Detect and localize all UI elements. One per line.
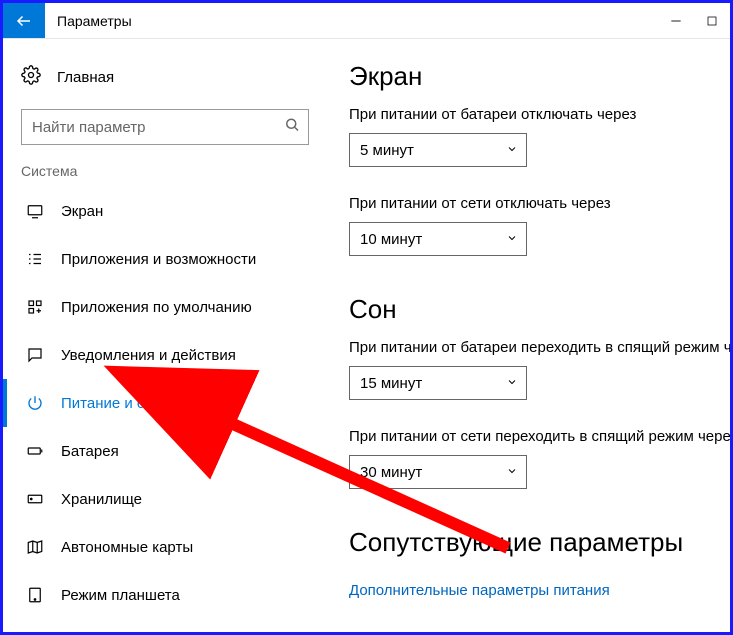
dropdown-battery-off[interactable]: 5 минут [349, 133, 527, 167]
search-input[interactable] [21, 109, 309, 145]
chevron-down-icon [506, 375, 518, 392]
sidebar-section-label: Система [3, 163, 327, 187]
heading-screen: Экран [349, 61, 730, 92]
list-icon [25, 250, 45, 268]
label-battery-sleep: При питании от батареи переходить в спящ… [349, 339, 730, 356]
minimize-button[interactable] [658, 3, 694, 38]
sidebar-item-default-apps[interactable]: Приложения по умолчанию [3, 283, 327, 331]
dropdown-battery-sleep[interactable]: 15 минут [349, 366, 527, 400]
dropdown-value: 10 минут [360, 231, 422, 248]
label-plugged-sleep: При питании от сети переходить в спящий … [349, 428, 730, 445]
label-plugged-off: При питании от сети отключать через [349, 195, 730, 212]
tablet-icon [25, 586, 45, 604]
sidebar-item-label: Хранилище [61, 491, 142, 508]
power-icon [25, 394, 45, 412]
dropdown-value: 30 минут [360, 464, 422, 481]
back-button[interactable] [3, 3, 45, 38]
maximize-button[interactable] [694, 3, 730, 38]
sidebar-item-label: Режим планшета [61, 587, 180, 604]
sidebar-item-power-sleep[interactable]: Питание и спящий режим [3, 379, 327, 427]
sidebar-item-label: Уведомления и действия [61, 347, 236, 364]
storage-icon [25, 490, 45, 508]
map-icon [25, 538, 45, 556]
sidebar-item-label: Приложения и возможности [61, 251, 256, 268]
sidebar-item-label: Приложения по умолчанию [61, 299, 252, 316]
titlebar: Параметры [3, 3, 730, 39]
dropdown-value: 5 минут [360, 142, 414, 159]
sidebar: Главная Система Экран Приложения и возмо… [3, 39, 327, 632]
sidebar-item-label: Питание и спящий режим [61, 395, 239, 412]
dropdown-plugged-off[interactable]: 10 минут [349, 222, 527, 256]
chevron-down-icon [506, 142, 518, 159]
window-title: Параметры [45, 3, 144, 38]
label-battery-off: При питании от батареи отключать через [349, 106, 730, 123]
gear-icon [21, 65, 41, 89]
sidebar-item-offline-maps[interactable]: Автономные карты [3, 523, 327, 571]
sidebar-home-label: Главная [57, 69, 114, 86]
sidebar-item-battery[interactable]: Батарея [3, 427, 327, 475]
heading-sleep: Сон [349, 294, 730, 325]
sidebar-item-tablet-mode[interactable]: Режим планшета [3, 571, 327, 619]
sidebar-item-notifications[interactable]: Уведомления и действия [3, 331, 327, 379]
chevron-down-icon [506, 464, 518, 481]
sidebar-item-apps[interactable]: Приложения и возможности [3, 235, 327, 283]
display-icon [25, 202, 45, 220]
message-icon [25, 346, 45, 364]
sidebar-item-storage[interactable]: Хранилище [3, 475, 327, 523]
sidebar-item-label: Автономные карты [61, 539, 193, 556]
heading-related: Сопутствующие параметры [349, 527, 730, 558]
sidebar-home[interactable]: Главная [3, 57, 327, 97]
dropdown-value: 15 минут [360, 375, 422, 392]
search-icon [283, 116, 301, 139]
grid-icon [25, 298, 45, 316]
link-additional-power[interactable]: Дополнительные параметры питания [349, 582, 610, 599]
dropdown-plugged-sleep[interactable]: 30 минут [349, 455, 527, 489]
battery-icon [25, 442, 45, 460]
sidebar-item-label: Экран [61, 203, 103, 220]
chevron-down-icon [506, 231, 518, 248]
sidebar-item-label: Батарея [61, 443, 119, 460]
main-content: Экран При питании от батареи отключать ч… [327, 39, 730, 632]
sidebar-item-display[interactable]: Экран [3, 187, 327, 235]
